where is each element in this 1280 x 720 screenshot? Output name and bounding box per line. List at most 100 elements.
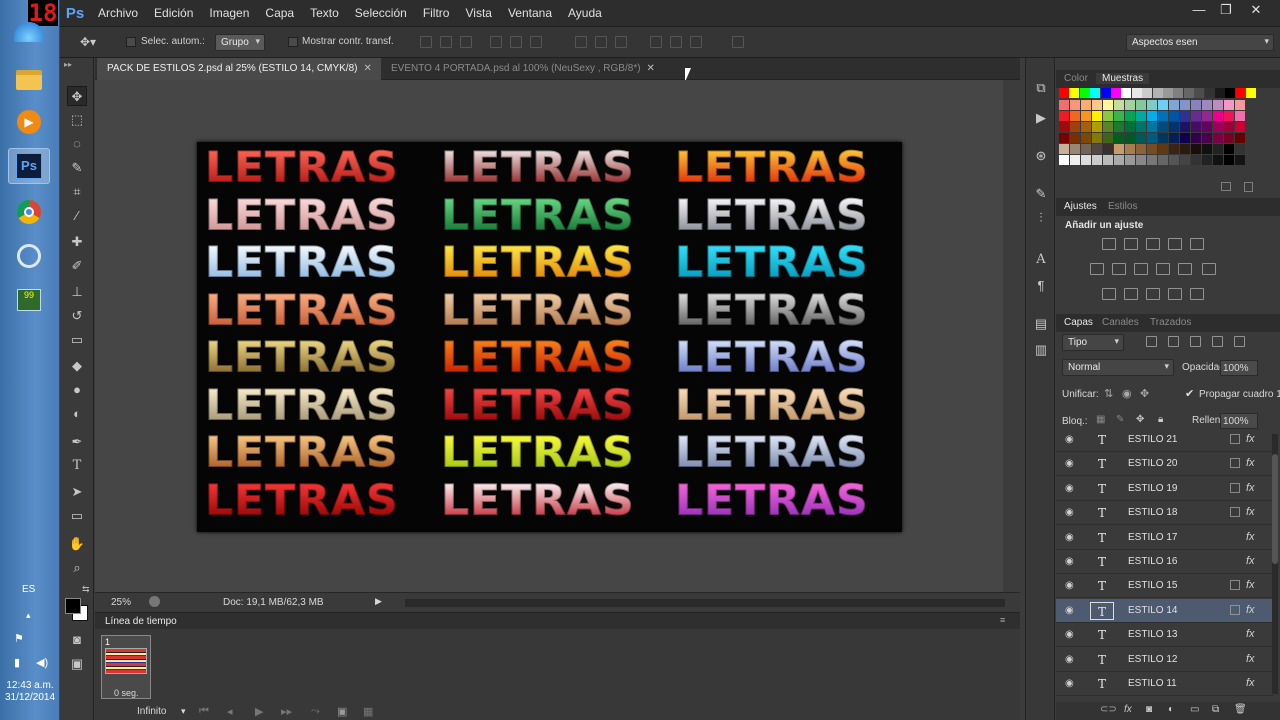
swatch[interactable] (1059, 88, 1069, 98)
swatch[interactable] (1191, 122, 1201, 132)
eye-icon[interactable]: ◉ (1065, 532, 1077, 543)
swatch[interactable] (1202, 111, 1212, 121)
layer-name[interactable]: ESTILO 15 (1128, 580, 1177, 591)
swatch[interactable] (1103, 155, 1113, 165)
swatch[interactable] (1081, 100, 1091, 110)
swatch[interactable] (1224, 144, 1234, 154)
eye-icon[interactable]: ◉ (1065, 434, 1077, 445)
swatch[interactable] (1114, 100, 1124, 110)
swatch[interactable] (1246, 88, 1257, 98)
swatch[interactable] (1213, 144, 1223, 154)
photo-filter-icon[interactable] (1156, 263, 1170, 275)
brush-panel-icon[interactable]: ⫶ (1033, 210, 1049, 226)
loop-select[interactable]: Infinito (137, 706, 166, 717)
swatch[interactable] (1213, 100, 1223, 110)
zoom-level[interactable]: 25% (111, 597, 131, 608)
explorer-icon[interactable] (8, 62, 50, 98)
swatch[interactable] (1092, 111, 1102, 121)
layer-row[interactable]: ◉ T ESTILO 14 fx (1056, 598, 1274, 623)
color-balance-icon[interactable] (1112, 263, 1126, 275)
eraser-tool-icon[interactable]: ▭ (67, 330, 87, 350)
color-lookup-icon[interactable] (1202, 263, 1216, 275)
media-player-icon[interactable]: ▶ (8, 104, 50, 140)
next-frame-icon[interactable]: ▸▸ (281, 705, 292, 718)
exposure-icon[interactable] (1168, 238, 1182, 250)
swatch[interactable] (1224, 155, 1234, 165)
swatch[interactable] (1090, 88, 1101, 98)
move-tool-icon[interactable]: ✥ (67, 86, 87, 106)
quick-mask-icon[interactable]: ◙ (67, 630, 87, 650)
menu-edicion[interactable]: Edición (146, 6, 201, 20)
swatch[interactable] (1125, 144, 1135, 154)
tab-adjustments[interactable]: Ajustes (1064, 201, 1097, 212)
swatch[interactable] (1125, 155, 1135, 165)
delete-layer-icon[interactable]: 🗑︎ (1234, 704, 1247, 715)
document-canvas[interactable]: LETRAS LETRAS LETRAS LETRAS LETRAS LETRAS LETR… (197, 142, 902, 532)
align-hcenter-icon[interactable] (510, 36, 522, 48)
propagate-checkbox[interactable]: ✔ (1185, 387, 1194, 400)
swatch[interactable] (1081, 111, 1091, 121)
swatch[interactable] (1235, 111, 1245, 121)
swatch[interactable] (1213, 155, 1223, 165)
swatch[interactable] (1224, 133, 1234, 143)
swatch[interactable] (1235, 155, 1245, 165)
swatch[interactable] (1059, 133, 1069, 143)
distribute-left-icon[interactable] (650, 36, 662, 48)
swatch[interactable] (1202, 144, 1212, 154)
distribute-vcenter-icon[interactable] (595, 36, 607, 48)
swatch[interactable] (1163, 88, 1173, 98)
info-panel-icon[interactable]: ▤ (1033, 316, 1049, 332)
swatch[interactable] (1081, 155, 1091, 165)
swatch[interactable] (1070, 122, 1080, 132)
swatch[interactable] (1103, 122, 1113, 132)
lock-transparent-icon[interactable]: ▦ (1096, 414, 1105, 425)
add-style-icon[interactable]: fx (1124, 704, 1132, 715)
swatch[interactable] (1081, 144, 1091, 154)
swatch[interactable] (1191, 100, 1201, 110)
swatch[interactable] (1070, 155, 1080, 165)
layer-row[interactable]: ◉ T ESTILO 20 fx (1056, 452, 1274, 477)
filter-smart-icon[interactable] (1234, 336, 1245, 347)
align-left-icon[interactable] (490, 36, 502, 48)
show-transform-checkbox[interactable] (288, 37, 298, 47)
hand-tool-icon[interactable]: ✋ (67, 534, 87, 554)
swatch[interactable] (1114, 111, 1124, 121)
swatch[interactable] (1191, 111, 1201, 121)
filter-adjust-icon[interactable] (1168, 336, 1179, 347)
actions-panel-icon[interactable]: ▶ (1033, 110, 1049, 126)
auto-select-checkbox[interactable] (126, 37, 136, 47)
delete-frame-icon[interactable]: ▦ (363, 705, 373, 718)
shape-tool-icon[interactable]: ▭ (67, 506, 87, 526)
swatch[interactable] (1224, 100, 1234, 110)
taskbar-clock[interactable]: 12:43 a.m. 31/12/2014 (0, 680, 60, 704)
paragraph-panel-icon[interactable]: ¶ (1033, 278, 1049, 294)
swatch[interactable] (1059, 100, 1069, 110)
loop-dropdown-icon[interactable]: ▾ (181, 706, 186, 717)
menu-ventana[interactable]: Ventana (500, 6, 560, 20)
swatch[interactable] (1081, 122, 1091, 132)
brush-presets-icon[interactable]: ✎ (1033, 186, 1049, 202)
new-layer-icon[interactable]: ⧉ (1212, 704, 1219, 715)
swatch[interactable] (1114, 144, 1124, 154)
fx-icon[interactable]: fx (1246, 506, 1255, 518)
swatch[interactable] (1142, 88, 1153, 98)
layer-row[interactable]: ◉ T ESTILO 18 fx (1056, 501, 1274, 526)
layer-row[interactable]: ◉ T ESTILO 17 fx (1056, 526, 1274, 550)
swatch[interactable] (1158, 144, 1168, 154)
eye-icon[interactable]: ◉ (1065, 507, 1077, 518)
swatch[interactable] (1136, 155, 1146, 165)
swatch[interactable] (1191, 155, 1201, 165)
move-tool-preset-icon[interactable]: ✥▾ (80, 35, 96, 49)
fx-icon[interactable]: fx (1246, 677, 1255, 689)
screen-mode-icon[interactable]: ▣ (67, 654, 87, 674)
menu-capa[interactable]: Capa (257, 6, 302, 20)
swatch[interactable] (1169, 111, 1179, 121)
align-right-icon[interactable] (530, 36, 542, 48)
dodge-tool-icon[interactable]: ◐ (67, 404, 87, 424)
swatch[interactable] (1092, 133, 1102, 143)
layers-scrollbar[interactable] (1272, 434, 1278, 694)
eye-icon[interactable]: ◉ (1065, 678, 1077, 689)
tab-swatches[interactable]: Muestras (1096, 73, 1150, 84)
status-info-icon[interactable] (149, 596, 160, 607)
swatch[interactable] (1121, 88, 1132, 98)
